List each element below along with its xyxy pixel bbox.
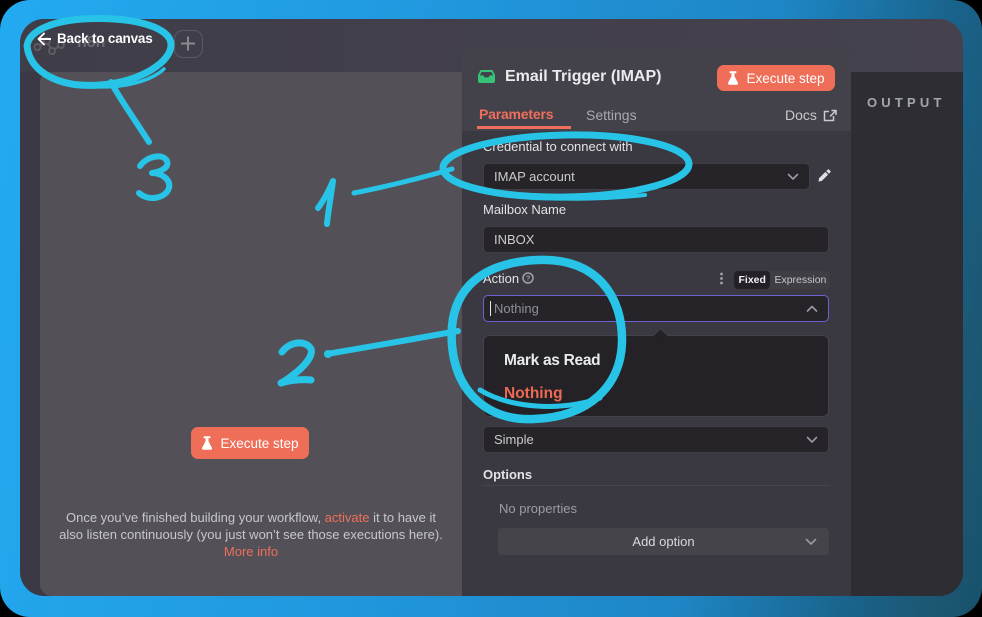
svg-text:?: ? (526, 274, 531, 283)
